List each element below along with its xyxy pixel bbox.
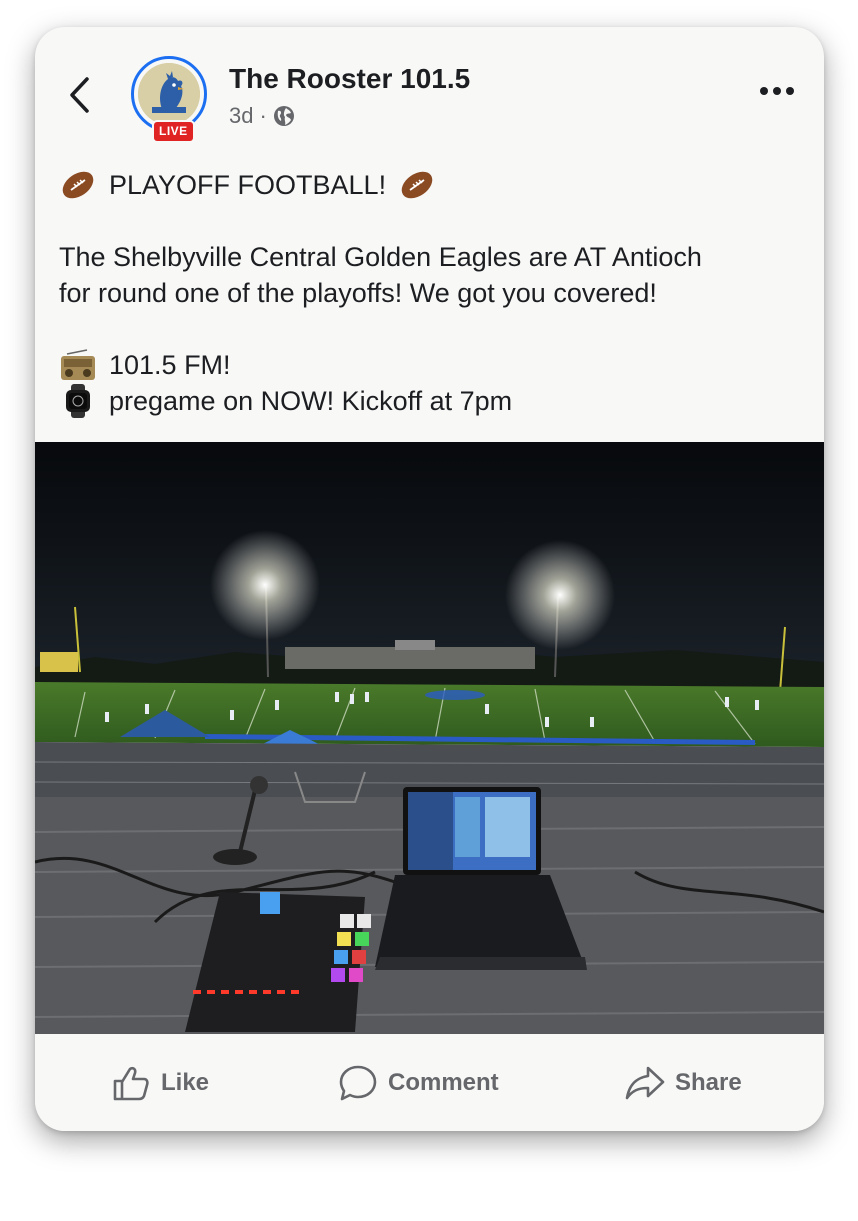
globe-icon bbox=[273, 106, 294, 126]
radio-emoji bbox=[61, 349, 95, 380]
comment-button[interactable]: Comment bbox=[338, 1064, 499, 1102]
like-label: Like bbox=[161, 1069, 210, 1096]
like-button[interactable]: Like bbox=[111, 1064, 209, 1102]
page-name[interactable]: The Rooster 101.5 bbox=[229, 63, 470, 95]
post-time[interactable]: 3d bbox=[229, 103, 253, 129]
post-photo[interactable] bbox=[35, 442, 824, 1034]
live-badge: LIVE bbox=[152, 120, 195, 143]
football-emoji bbox=[62, 171, 94, 199]
more-horizontal-icon[interactable] bbox=[760, 87, 794, 95]
football-emoji bbox=[401, 171, 433, 199]
post-actions: Like Comment Share bbox=[35, 1034, 824, 1131]
headline-text: PLAYOFF FOOTBALL! bbox=[109, 170, 387, 200]
avatar[interactable] bbox=[138, 63, 200, 125]
thumbs-up-icon bbox=[113, 1066, 149, 1101]
post-card: LIVE The Rooster 101.5 3d · PLAYOFF FOOT… bbox=[35, 27, 824, 1131]
share-button[interactable]: Share bbox=[625, 1064, 742, 1102]
rooster-logo-icon bbox=[138, 63, 200, 125]
share-icon bbox=[625, 1066, 665, 1100]
body-line-1: The Shelbyville Central Golden Eagles ar… bbox=[59, 242, 702, 272]
radio-text: 101.5 FM! bbox=[109, 350, 231, 380]
chevron-left-icon[interactable] bbox=[67, 75, 93, 115]
share-label: Share bbox=[675, 1069, 742, 1096]
meta-separator: · bbox=[259, 103, 267, 128]
watch-emoji bbox=[66, 384, 90, 418]
post-meta: 3d · bbox=[229, 103, 295, 129]
radio-line: 101.5 FM! bbox=[59, 347, 809, 383]
post-body: PLAYOFF FOOTBALL! The Shelbyville Centra… bbox=[59, 167, 809, 419]
comment-icon bbox=[339, 1065, 377, 1101]
comment-label: Comment bbox=[388, 1069, 499, 1096]
body-line-2: for round one of the playoffs! We got yo… bbox=[59, 278, 657, 308]
watch-line: pregame on NOW! Kickoff at 7pm bbox=[59, 383, 809, 419]
headline-line: PLAYOFF FOOTBALL! bbox=[59, 167, 809, 203]
watch-text: pregame on NOW! Kickoff at 7pm bbox=[109, 386, 513, 416]
